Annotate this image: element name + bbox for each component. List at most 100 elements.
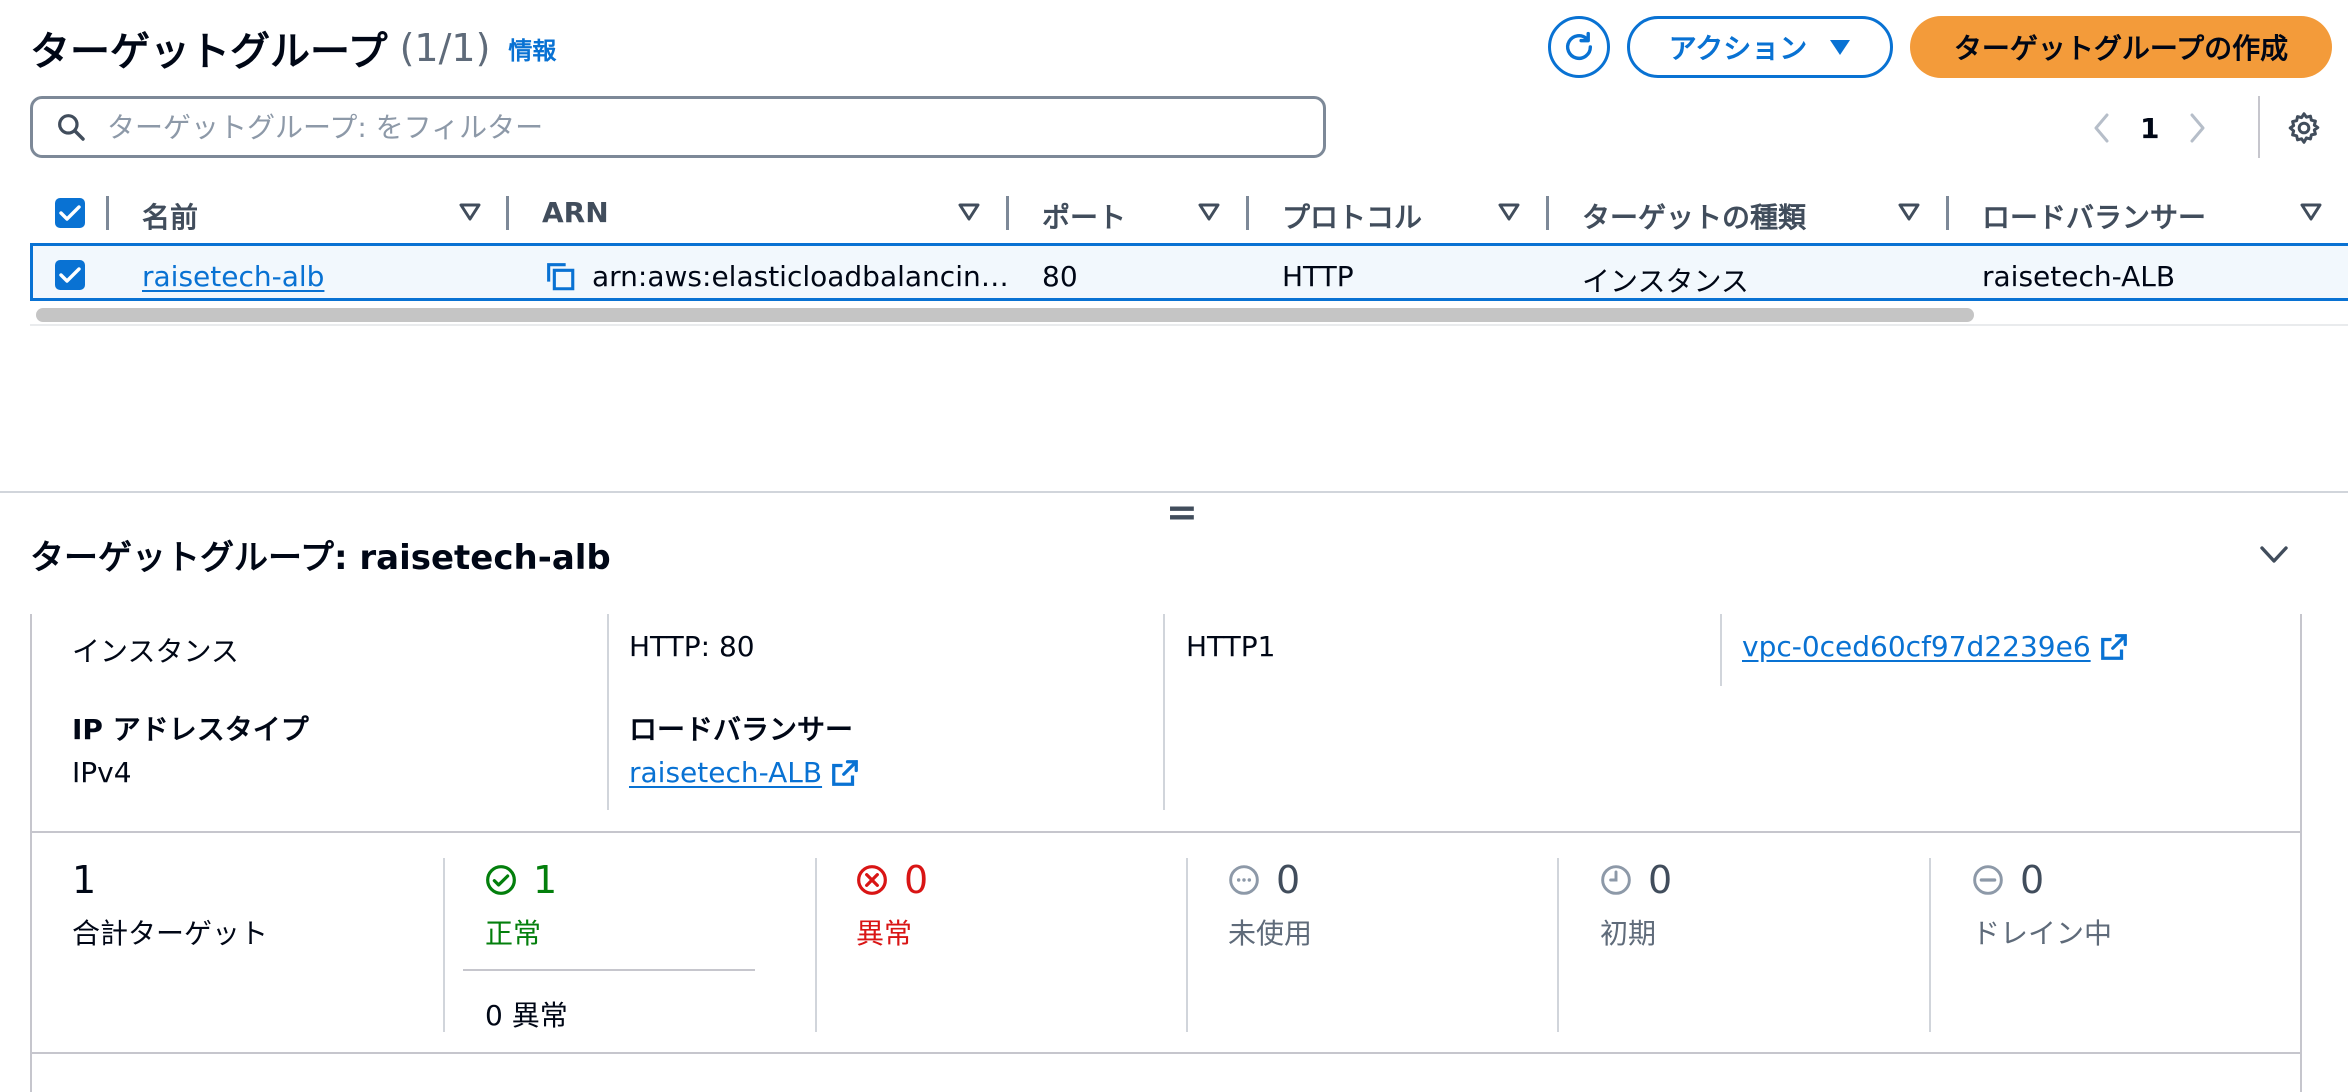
create-label: ターゲットグループの作成: [1953, 32, 2289, 65]
target-type-value: インスタンス: [72, 635, 239, 668]
vpc-link[interactable]: vpc-0ced60cf97d2239e6: [1742, 630, 2091, 663]
healthy-stat: 1: [485, 858, 557, 902]
healthy-label: 正常: [485, 917, 542, 950]
column-header-arn[interactable]: ARN: [542, 196, 609, 229]
status-positive-icon: [486, 865, 516, 895]
clock-icon: [1601, 865, 1631, 895]
healthy-anomaly-text: 0 異常: [485, 999, 568, 1032]
protocol-port-value: HTTP: 80: [629, 630, 755, 663]
detail-title: ターゲットグループ: raisetech-alb: [30, 538, 611, 578]
ip-address-type-label: IP アドレスタイプ: [72, 713, 309, 746]
protocol-cell: HTTP: [1282, 260, 1354, 293]
load-balancer-link-group: raisetech-ALB: [629, 756, 860, 789]
filter-input[interactable]: [105, 109, 1259, 145]
sort-icon[interactable]: [2300, 202, 2322, 222]
draining-label: ドレイン中: [1972, 917, 2113, 950]
initial-label: 初期: [1600, 917, 1657, 950]
column-divider: [106, 196, 109, 230]
actions-dropdown-button[interactable]: アクション: [1627, 16, 1893, 78]
pagination: 1: [2090, 104, 2209, 152]
column-divider: [607, 614, 609, 810]
page-number[interactable]: 1: [2140, 112, 2159, 145]
info-link[interactable]: 情報: [508, 31, 556, 66]
load-balancer-cell: raisetech-ALB: [1982, 260, 2176, 293]
select-all-checkbox[interactable]: [55, 198, 85, 228]
chevron-left-icon[interactable]: [2090, 111, 2114, 145]
unused-count: 0: [1276, 858, 1301, 902]
row-checkbox[interactable]: [55, 260, 85, 290]
pagination-divider: [2258, 96, 2260, 158]
sort-icon[interactable]: [1198, 202, 1220, 222]
target-type-cell: インスタンス: [1582, 265, 1749, 298]
sort-icon[interactable]: [1498, 202, 1520, 222]
preferences-button[interactable]: [2284, 108, 2324, 148]
vpc-link-group: vpc-0ced60cf97d2239e6: [1742, 630, 2129, 663]
sort-icon[interactable]: [1898, 202, 1920, 222]
refresh-button[interactable]: [1548, 16, 1610, 78]
column-header-name[interactable]: 名前: [142, 196, 198, 236]
section-divider: [30, 831, 2302, 833]
load-balancer-link[interactable]: raisetech-ALB: [629, 756, 822, 789]
ip-address-type-value: IPv4: [72, 756, 132, 789]
column-header-target-type[interactable]: ターゲットの種類: [1582, 196, 1806, 236]
protocol-version-value: HTTP1: [1186, 630, 1276, 663]
column-divider: [1163, 614, 1165, 810]
search-icon: [58, 114, 85, 141]
external-link-icon[interactable]: [830, 758, 860, 788]
check-icon: [59, 205, 81, 221]
gear-icon: [2288, 112, 2320, 144]
external-link-icon[interactable]: [2099, 632, 2129, 662]
horizontal-scrollbar-thumb[interactable]: [36, 308, 1974, 322]
column-header-port[interactable]: ポート: [1042, 196, 1126, 236]
resize-handle[interactable]: =: [1166, 490, 1198, 534]
draining-count: 0: [2020, 858, 2045, 902]
status-negative-icon: [857, 865, 887, 895]
chevron-right-icon[interactable]: [2185, 111, 2209, 145]
unhealthy-label: 異常: [856, 917, 913, 950]
sort-icon[interactable]: [958, 202, 980, 222]
create-target-group-button[interactable]: ターゲットグループの作成: [1910, 16, 2332, 78]
column-resizer[interactable]: [1546, 196, 1549, 230]
healthy-sub-divider: [463, 969, 755, 971]
details-container: [30, 614, 2302, 1092]
copy-icon[interactable]: [543, 259, 577, 293]
unused-label: 未使用: [1228, 917, 1313, 950]
total-targets-label: 合計ターゲット: [72, 917, 269, 950]
column-divider: [1186, 858, 1188, 1032]
total-targets-count: 1: [72, 858, 97, 902]
actions-label: アクション: [1668, 32, 1808, 65]
page-title: ターゲットグループ: [30, 29, 388, 75]
draining-stat: 0: [1972, 858, 2044, 902]
unhealthy-stat: 0: [856, 858, 928, 902]
page-header: ターゲットグループ (1/1) 情報: [30, 20, 556, 76]
healthy-count: 1: [533, 858, 558, 902]
arn-cell: arn:aws:elasticloadbalancin…: [592, 260, 1009, 293]
chevron-down-icon[interactable]: [2258, 544, 2290, 566]
sort-icon[interactable]: [459, 202, 481, 222]
column-divider: [1929, 858, 1931, 1032]
column-divider: [1720, 614, 1722, 686]
section-divider: [30, 1052, 2302, 1054]
column-divider: [815, 858, 817, 1032]
minus-circle-icon: [1973, 865, 2003, 895]
column-resizer[interactable]: [1946, 196, 1949, 230]
status-stopped-icon: [1229, 865, 1259, 895]
initial-count: 0: [1648, 858, 1673, 902]
unhealthy-count: 0: [904, 858, 929, 902]
load-balancer-label: ロードバランサー: [629, 713, 854, 746]
column-header-protocol[interactable]: プロトコル: [1282, 196, 1422, 236]
check-icon: [59, 267, 81, 283]
column-resizer[interactable]: [1006, 196, 1009, 230]
column-header-load-balancer[interactable]: ロードバランサー: [1982, 196, 2206, 236]
port-cell: 80: [1042, 260, 1078, 293]
target-group-name-link[interactable]: raisetech-alb: [142, 260, 324, 293]
selection-count: (1/1): [399, 26, 491, 70]
unused-stat: 0: [1228, 858, 1300, 902]
column-resizer[interactable]: [506, 196, 509, 230]
refresh-icon: [1565, 31, 1593, 60]
column-resizer[interactable]: [1246, 196, 1249, 230]
caret-down-icon: [1830, 40, 1851, 55]
filter-box[interactable]: [30, 96, 1326, 158]
column-divider: [443, 858, 445, 1032]
column-divider: [1557, 858, 1559, 1032]
